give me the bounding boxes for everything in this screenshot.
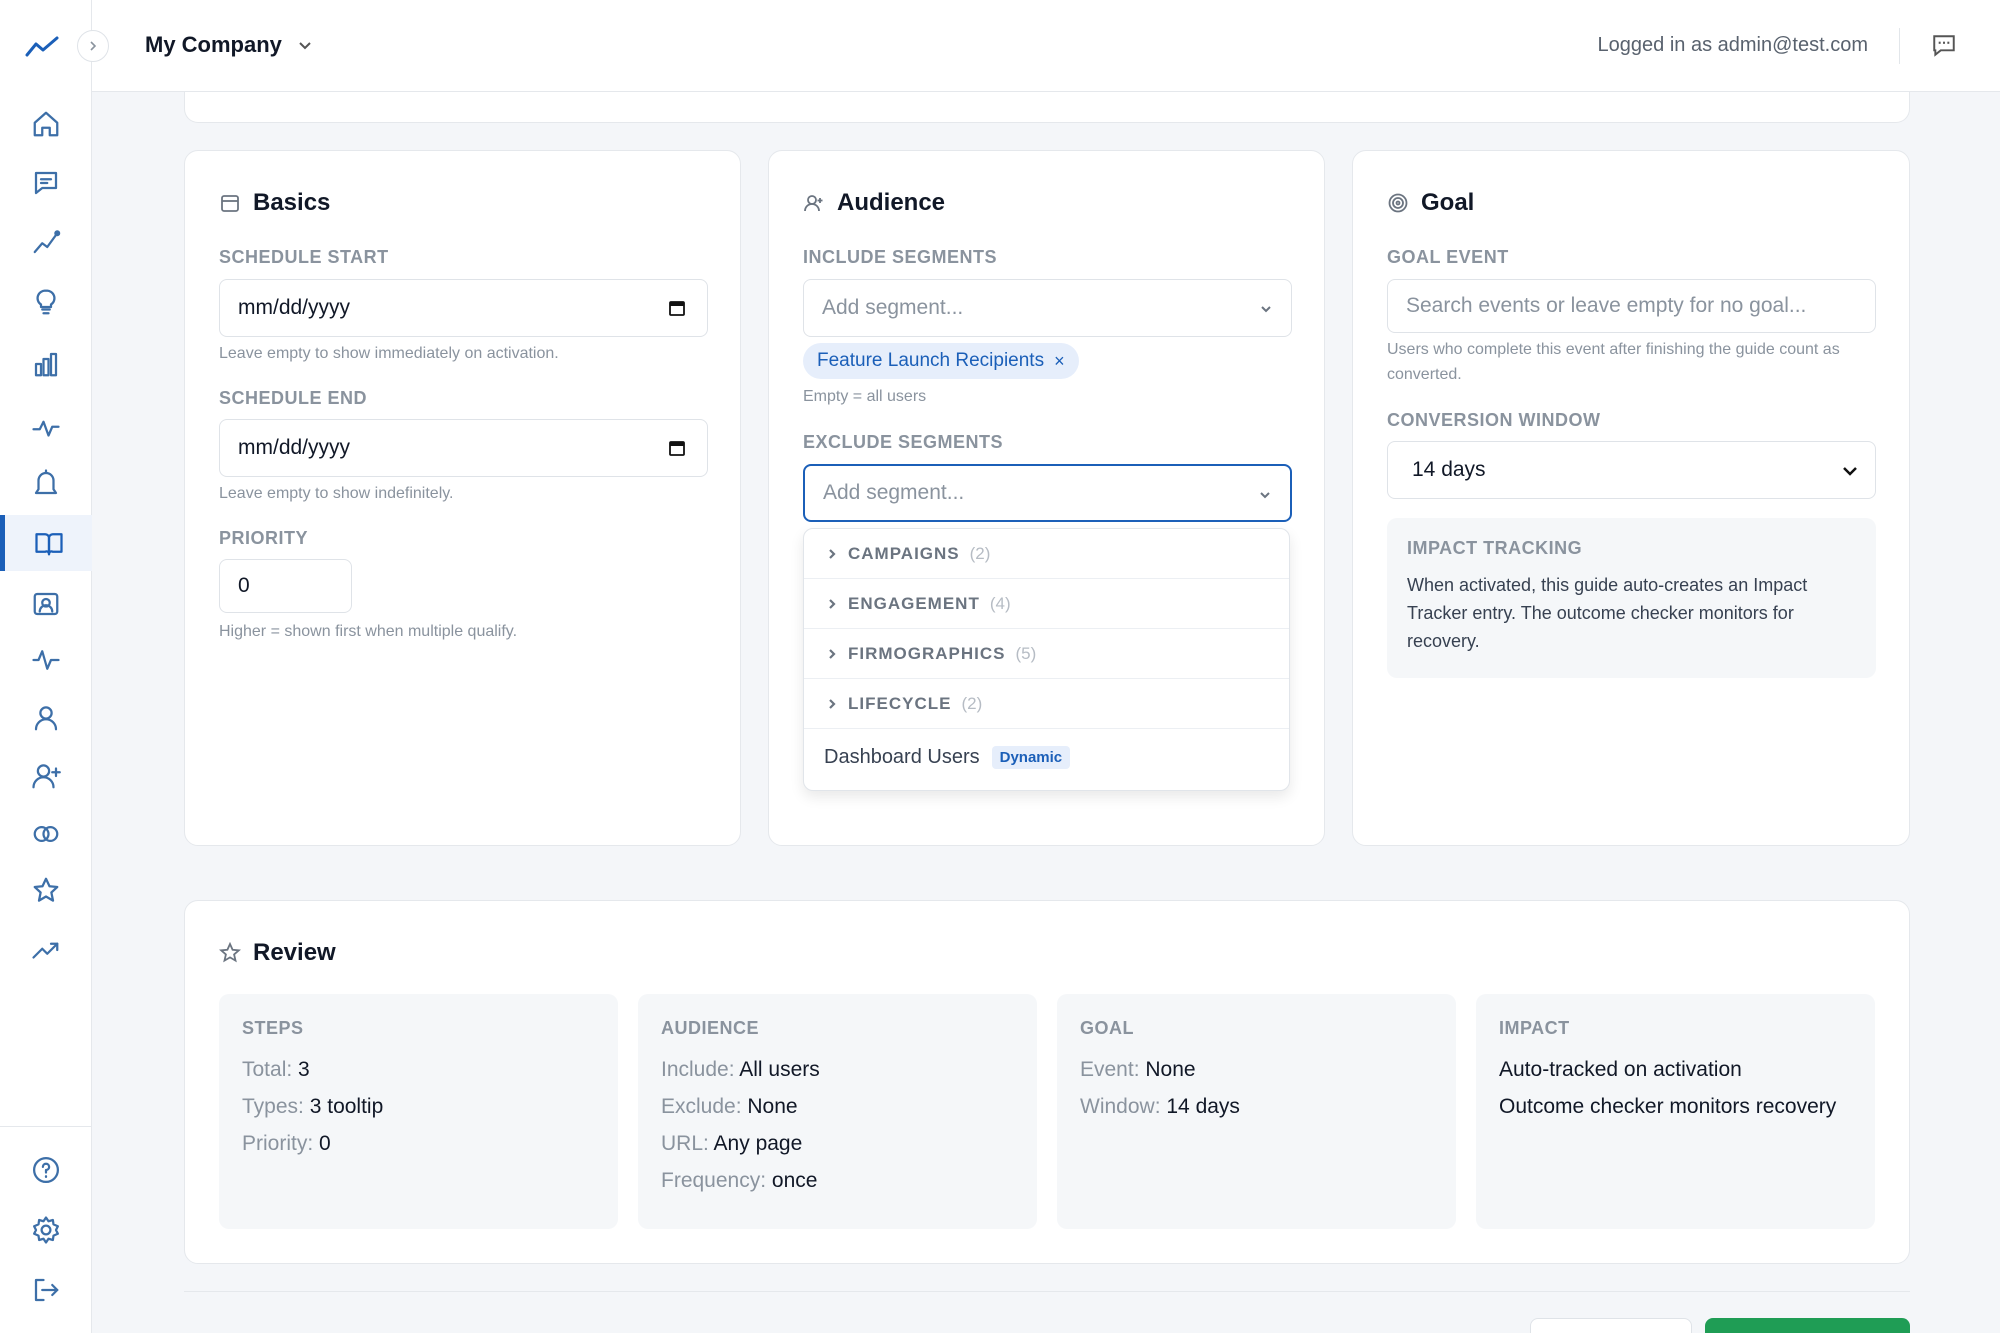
conversion-window-select[interactable]: 14 days xyxy=(1387,441,1876,499)
bar-chart-icon[interactable] xyxy=(0,336,92,392)
top-header: My Company Logged in as admin@test.com xyxy=(92,0,2000,92)
calendar-picker-icon[interactable] xyxy=(667,298,687,318)
impact-tracking-box: IMPACT TRACKING When activated, this gui… xyxy=(1387,518,1876,678)
chevron-right-icon xyxy=(90,41,97,51)
secondary-button[interactable] xyxy=(1530,1318,1692,1333)
star-icon[interactable] xyxy=(0,862,92,918)
schedule-start-input[interactable]: mm/dd/yyyy xyxy=(219,279,708,337)
review-steps: STEPS Total: 3 Types: 3 tooltip Priority… xyxy=(219,994,618,1229)
lightbulb-icon[interactable] xyxy=(0,274,92,330)
company-selector[interactable]: My Company xyxy=(145,32,314,58)
book-icon[interactable] xyxy=(0,515,92,571)
trend-icon[interactable] xyxy=(0,214,92,270)
calendar-icon xyxy=(221,195,239,212)
dropdown-group-engagement[interactable]: ENGAGEMENT (4) xyxy=(804,579,1289,629)
logged-in-text: Logged in as admin@test.com xyxy=(1597,34,1868,56)
priority-label: PRIORITY xyxy=(219,528,309,548)
conversion-window-label: CONVERSION WINDOW xyxy=(1387,410,1601,430)
user-plus-icon[interactable] xyxy=(0,748,92,804)
goal-event-search-input[interactable]: Search events or leave empty for no goal… xyxy=(1387,279,1876,333)
review-impact: IMPACT Auto-tracked on activation Outcom… xyxy=(1476,994,1875,1229)
contact-icon[interactable] xyxy=(0,576,92,632)
chat-button[interactable] xyxy=(1931,33,1957,59)
impact-tracking-text: When activated, this guide auto-creates … xyxy=(1407,575,1808,651)
footer-divider xyxy=(184,1291,1910,1292)
company-name: My Company xyxy=(145,32,282,57)
chat-icon xyxy=(1933,35,1955,57)
include-segments-select[interactable]: Add segment... xyxy=(803,279,1292,337)
basics-card: Basics SCHEDULE START mm/dd/yyyy Leave e… xyxy=(184,150,741,846)
goal-event-help: Users who complete this event after fini… xyxy=(1387,341,1840,383)
schedule-start-help: Leave empty to show immediately on activ… xyxy=(219,345,559,362)
chevron-right-icon xyxy=(829,648,836,659)
collapse-sidebar-button[interactable] xyxy=(77,30,109,62)
sidebar-divider xyxy=(0,1126,92,1127)
remove-chip-button[interactable]: × xyxy=(1054,351,1065,372)
help-icon[interactable] xyxy=(0,1142,92,1198)
calendar-picker-icon[interactable] xyxy=(667,438,687,458)
chevron-right-icon xyxy=(829,548,836,559)
users-icon xyxy=(804,195,823,212)
chevron-down-icon xyxy=(299,42,311,50)
target-icon xyxy=(1388,193,1408,213)
include-help: Empty = all users xyxy=(803,388,927,405)
chevron-down-icon xyxy=(1261,306,1271,313)
home-icon[interactable] xyxy=(0,96,92,152)
review-audience: AUDIENCE Include: All users Exclude: Non… xyxy=(638,994,1037,1229)
dropdown-item-dashboard-users[interactable]: Dashboard Users Dynamic xyxy=(804,729,1289,785)
review-title: Review xyxy=(219,939,336,967)
goal-event-label: GOAL EVENT xyxy=(1387,247,1509,267)
audience-title: Audience xyxy=(803,189,945,217)
user-icon[interactable] xyxy=(0,690,92,746)
dropdown-group-campaigns[interactable]: CAMPAIGNS (2) xyxy=(804,529,1289,579)
priority-help: Higher = shown first when multiple quali… xyxy=(219,623,518,640)
review-goal: GOAL Event: None Window: 14 days xyxy=(1057,994,1456,1229)
link-icon[interactable] xyxy=(0,806,92,862)
logout-icon[interactable] xyxy=(0,1262,92,1318)
chevron-down-icon xyxy=(1260,492,1270,499)
segment-dropdown: CAMPAIGNS (2) ENGAGEMENT (4) FIRMOGRAPHI… xyxy=(803,528,1290,791)
message-icon[interactable] xyxy=(0,155,92,211)
review-card: Review STEPS Total: 3 Types: 3 tooltip P… xyxy=(184,900,1910,1264)
schedule-end-label: SCHEDULE END xyxy=(219,388,368,408)
basics-title: Basics xyxy=(219,189,330,217)
goal-card: Goal GOAL EVENT Search events or leave e… xyxy=(1352,150,1910,846)
schedule-end-help: Leave empty to show indefinitely. xyxy=(219,485,454,502)
impact-tracking-title: IMPACT TRACKING xyxy=(1407,538,1583,558)
chevron-right-icon xyxy=(829,698,836,709)
chevron-down-icon xyxy=(1843,467,1857,476)
dynamic-badge: Dynamic xyxy=(991,745,1071,769)
primary-button[interactable] xyxy=(1705,1318,1910,1333)
star-icon xyxy=(219,942,241,963)
schedule-end-input[interactable]: mm/dd/yyyy xyxy=(219,419,708,477)
logo-icon[interactable] xyxy=(24,34,60,60)
include-segments-label: INCLUDE SEGMENTS xyxy=(803,247,998,267)
sidebar xyxy=(0,0,92,1333)
dropdown-group-lifecycle[interactable]: LIFECYCLE (2) xyxy=(804,679,1289,729)
priority-input[interactable]: 0 xyxy=(219,559,352,613)
pulse-icon[interactable] xyxy=(0,632,92,688)
segment-chip: Feature Launch Recipients × xyxy=(803,343,1079,379)
schedule-start-label: SCHEDULE START xyxy=(219,247,389,267)
settings-icon[interactable] xyxy=(0,1202,92,1258)
exclude-segments-select[interactable]: Add segment... xyxy=(803,464,1292,522)
bell-icon[interactable] xyxy=(0,455,92,511)
activity-icon[interactable] xyxy=(0,400,92,456)
goal-title: Goal xyxy=(1387,189,1474,217)
dropdown-group-firmographics[interactable]: FIRMOGRAPHICS (5) xyxy=(804,629,1289,679)
audience-card: Audience INCLUDE SEGMENTS Add segment...… xyxy=(768,150,1325,846)
exclude-segments-label: EXCLUDE SEGMENTS xyxy=(803,432,1004,452)
header-divider xyxy=(1899,28,1900,64)
trending-up-icon[interactable] xyxy=(0,922,92,978)
chevron-right-icon xyxy=(829,598,836,609)
